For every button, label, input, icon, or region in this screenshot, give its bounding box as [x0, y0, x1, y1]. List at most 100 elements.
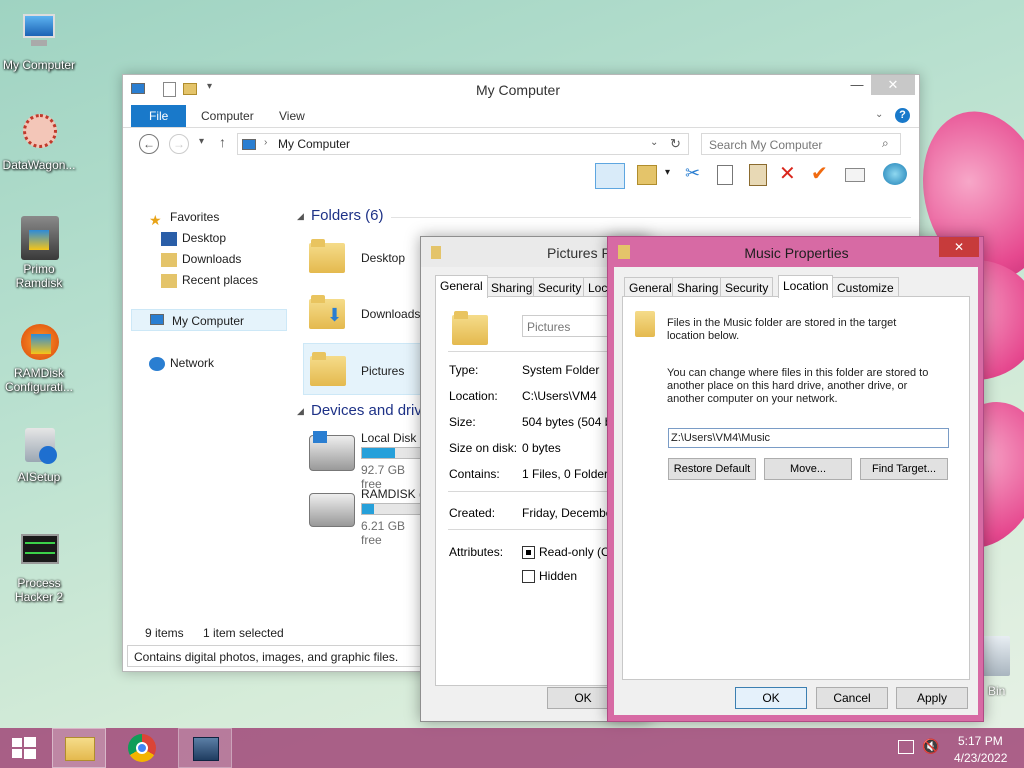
windows-logo-icon [12, 738, 22, 747]
desktop-icon [161, 231, 177, 246]
music-dialog-title: Music Properties [744, 245, 849, 261]
find-target-button[interactable]: Find Target... [860, 458, 948, 480]
tab-customize[interactable]: Customize [832, 277, 899, 297]
up-button[interactable]: ↑ [219, 134, 226, 150]
clock-date[interactable]: 4/23/2022 [954, 751, 1007, 765]
desktop-icon-datawagon[interactable]: DataWagon... [0, 112, 78, 172]
preview-pane-icon[interactable] [595, 163, 625, 189]
start-button[interactable] [0, 728, 48, 768]
checkmark-icon[interactable]: ✔ [811, 161, 828, 186]
drive-item-ramdisk[interactable]: RAMDISK ( 6.21 GB free [303, 483, 423, 547]
forward-button[interactable]: → [169, 134, 189, 154]
desktop-icon-primo-ramdisk[interactable]: Primo Ramdisk [0, 216, 78, 290]
tab-security[interactable]: Security [533, 277, 587, 297]
explorer-close-area[interactable]: ✕ [871, 75, 915, 95]
recycle-bin-icon [982, 636, 1010, 676]
virtualbox-icon [193, 737, 219, 761]
music-ok-button[interactable]: OK [735, 687, 807, 709]
address-dropdown-icon[interactable]: ⌄ [650, 137, 658, 148]
drive-usage-bar [361, 503, 423, 515]
close-button[interactable]: ✕ [939, 237, 979, 257]
collapse-icon[interactable]: ◢ [297, 406, 304, 417]
music-cancel-button[interactable]: Cancel [816, 687, 888, 709]
aisetup-icon [17, 424, 61, 468]
view-dropdown-icon[interactable]: ▾ [665, 167, 670, 178]
info-tip: Contains digital photos, images, and gra… [127, 645, 437, 667]
cut-icon[interactable]: ✂ [685, 163, 700, 184]
rename-icon[interactable] [845, 168, 865, 182]
taskbar-file-explorer[interactable] [52, 728, 106, 768]
taskbar-virtualbox[interactable] [178, 728, 232, 768]
drive-item-local-disk[interactable]: Local Disk ( 92.7 GB free [303, 427, 423, 491]
delete-icon[interactable]: ✕ [779, 161, 796, 186]
ramdisk-icon [17, 216, 61, 260]
nav-favorites[interactable]: ★ Favorites [149, 207, 219, 228]
paste-icon[interactable] [749, 164, 767, 186]
tab-general[interactable]: General [435, 275, 488, 298]
recent-locations-icon[interactable]: ▾ [199, 136, 204, 147]
tab-computer[interactable]: Computer [187, 105, 268, 127]
nav-network[interactable]: Network [149, 353, 214, 373]
ribbon-expand-icon[interactable]: ⌄ [875, 109, 883, 120]
file-explorer-icon [65, 737, 95, 761]
tab-general[interactable]: General [624, 277, 677, 297]
desktop-icon-my-computer[interactable]: My Computer [0, 12, 78, 72]
clock-time[interactable]: 5:17 PM [958, 734, 1003, 748]
tab-security[interactable]: Security [720, 277, 774, 297]
desktop-icon-ramdisk-config[interactable]: RAMDisk Configurati... [0, 320, 78, 394]
taskbar: 🔇 5:17 PM 4/23/2022 [0, 728, 1024, 768]
folder-icon [310, 352, 346, 386]
hard-drive-icon [309, 493, 355, 527]
tab-sharing[interactable]: Sharing [672, 277, 724, 297]
folder-item-desktop[interactable]: Desktop [303, 231, 423, 283]
pictures-folder-icon [452, 311, 488, 345]
copy-icon[interactable] [717, 165, 733, 185]
folders-header[interactable]: Folders (6) [311, 207, 384, 224]
computer-icon [17, 12, 61, 56]
checkbox-view-icon[interactable] [637, 165, 657, 185]
tab-location[interactable]: Location [778, 275, 834, 298]
target-path-input[interactable]: Z:\Users\VM4\Music [668, 428, 949, 448]
computer-small-icon [150, 314, 164, 325]
shell-icon[interactable] [883, 163, 907, 185]
taskbar-chrome[interactable] [116, 728, 170, 768]
address-bar[interactable]: › My Computer ⌄ ↻ [237, 133, 689, 155]
minimize-button[interactable]: — [843, 75, 871, 95]
music-apply-button[interactable]: Apply [896, 687, 968, 709]
nav-desktop[interactable]: Desktop [161, 228, 226, 248]
status-selection: 1 item selected [203, 626, 284, 640]
move-button[interactable]: Move... [764, 458, 852, 480]
star-icon: ★ [149, 211, 162, 228]
music-dialog-body: General Sharing Security Location Custom… [614, 267, 978, 715]
back-button[interactable]: ← [139, 134, 159, 154]
devices-header[interactable]: Devices and driv [311, 402, 422, 419]
address-row: ← → ▾ ↑ › My Computer ⌄ ↻ Search My Comp… [123, 127, 919, 159]
desktop-icon-process-hacker[interactable]: Process Hacker 2 [0, 530, 78, 604]
volume-muted-icon[interactable]: 🔇 [922, 738, 939, 755]
search-icon: ⌕ [882, 136, 889, 150]
collapse-icon[interactable]: ◢ [297, 211, 304, 222]
tab-sharing[interactable]: Sharing [486, 277, 538, 297]
folder-item-pictures[interactable]: Pictures [303, 343, 423, 395]
network-tray-icon[interactable] [898, 740, 914, 754]
help-icon[interactable]: ? [895, 108, 910, 123]
refresh-icon[interactable]: ↻ [670, 136, 681, 152]
search-input[interactable]: Search My Computer ⌕ [701, 133, 901, 155]
nav-my-computer[interactable]: My Computer [131, 309, 287, 331]
restore-default-button[interactable]: Restore Default [668, 458, 756, 480]
recent-places-icon [161, 273, 177, 288]
nav-downloads[interactable]: Downloads [161, 249, 241, 269]
location-panel: Files in the Music folder are stored in … [622, 296, 970, 680]
tab-view[interactable]: View [265, 105, 319, 127]
folder-item-downloads[interactable]: ⬇ Downloads [303, 287, 423, 339]
hidden-checkbox[interactable]: Hidden [522, 569, 577, 584]
tab-file[interactable]: File [131, 105, 187, 127]
desktop-icon-aisetup[interactable]: AISetup [0, 424, 78, 484]
breadcrumb-separator-icon: › [264, 137, 268, 148]
ribbon-tabs: File Computer View ⌄ ? [123, 105, 919, 127]
datawagon-icon [17, 112, 61, 156]
readonly-checkbox[interactable]: Read-only (Onl [522, 545, 620, 560]
window-title: My Computer [475, 82, 561, 98]
nav-recent-places[interactable]: Recent places [161, 270, 258, 290]
process-hacker-icon [17, 530, 61, 574]
